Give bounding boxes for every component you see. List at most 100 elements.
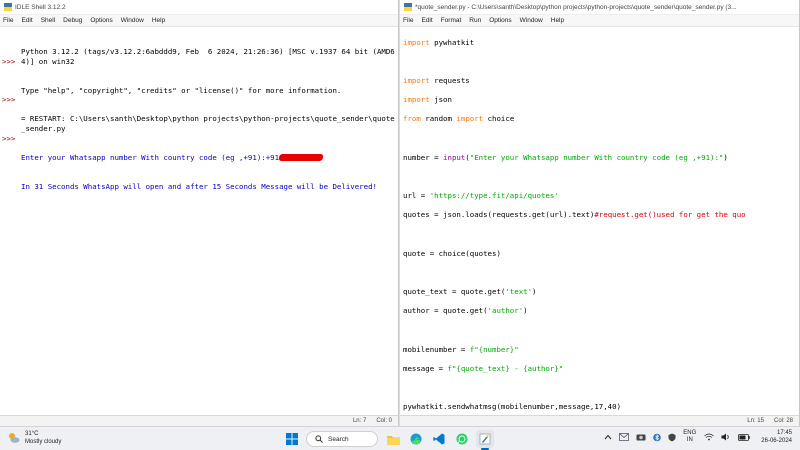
idle-shell-titlebar[interactable]: IDLE Shell 3.12.2	[0, 0, 398, 15]
shell-banner-line: Python 3.12.2 (tags/v3.12.2:6abddd9, Feb…	[21, 47, 395, 66]
menu-options[interactable]: Options	[90, 17, 112, 24]
shell-banner-line: Type "help", "copyright", "credits" or "…	[21, 85, 342, 95]
system-tray: ENG IN 17:45 26-06-2024	[604, 429, 792, 445]
weather-description: Mostly cloudy	[25, 439, 62, 445]
code-line: author = quote.get('author')	[403, 306, 528, 316]
edge-button[interactable]	[407, 430, 425, 448]
editor-menubar: File Edit Format Run Options Window Help	[400, 15, 799, 27]
search-icon	[315, 435, 323, 443]
folder-icon	[386, 435, 400, 445]
code-line: mobilenumber = f"{number}"	[403, 344, 519, 354]
taskbar: 31°C Mostly cloudy Search ENG IN 17:45 2…	[0, 426, 800, 450]
menu-options[interactable]: Options	[489, 17, 511, 24]
menu-format[interactable]: Format	[441, 17, 462, 24]
camera-tray-icon[interactable]	[636, 433, 646, 441]
mail-tray-icon[interactable]	[619, 433, 630, 441]
code-line: from random import choice	[403, 114, 515, 124]
code-line: url = 'https://type.fit/api/quotes'	[403, 191, 559, 201]
code-line: number = input("Enter your Whatsapp numb…	[403, 152, 728, 162]
menu-window[interactable]: Window	[520, 17, 543, 24]
search-label: Search	[328, 435, 349, 443]
prompt-gutter: >>> >>> >>>	[0, 27, 18, 415]
editor-window[interactable]: *quote_sender.py - C:\Users\santh\Deskto…	[400, 0, 800, 426]
whatsapp-button[interactable]	[453, 430, 471, 448]
language-indicator[interactable]: ENG IN	[683, 430, 696, 444]
menu-help[interactable]: Help	[152, 17, 165, 24]
wifi-icon[interactable]	[704, 433, 715, 441]
menu-edit[interactable]: Edit	[421, 17, 432, 24]
idle-shell-window[interactable]: IDLE Shell 3.12.2 File Edit Shell Debug …	[0, 0, 399, 426]
desktop: IDLE Shell 3.12.2 File Edit Shell Debug …	[0, 0, 800, 450]
window-title: IDLE Shell 3.12.2	[15, 3, 66, 11]
shell-prompt: >>>	[2, 133, 16, 143]
line-number: Ln: 15	[747, 418, 764, 424]
clock-time: 17:45	[776, 430, 792, 436]
menu-file[interactable]: File	[403, 17, 413, 24]
column-number: Col: 28	[773, 418, 793, 424]
defender-tray-icon[interactable]	[668, 433, 676, 442]
file-explorer-button[interactable]	[384, 430, 402, 448]
menu-edit[interactable]: Edit	[21, 17, 32, 24]
line-number: Ln: 7	[352, 418, 367, 424]
redacted-number	[278, 154, 324, 162]
editor-titlebar[interactable]: *quote_sender.py - C:\Users\santh\Deskto…	[400, 0, 799, 15]
editor-statusbar: Ln: 15 Col: 28	[400, 415, 799, 426]
menu-window[interactable]: Window	[121, 17, 144, 24]
taskbar-search[interactable]: Search	[306, 431, 378, 447]
weather-temperature: 31°C	[25, 431, 39, 437]
idle-python-icon	[479, 433, 491, 445]
code-line: quote_text = quote.get('text')	[403, 287, 537, 297]
weather-widget[interactable]: 31°C Mostly cloudy	[8, 430, 61, 446]
python-file-icon	[404, 3, 412, 11]
code-line: pywhatkit.sendwhatmsg(mobilenumber,messa…	[403, 402, 622, 412]
vscode-icon	[433, 433, 445, 445]
edge-browser-icon	[410, 433, 422, 445]
column-number: Col: 0	[376, 418, 392, 424]
language-code: ENG	[683, 430, 697, 436]
menu-file[interactable]: File	[3, 17, 13, 24]
volume-icon[interactable]	[721, 433, 731, 441]
whatsapp-icon	[456, 433, 468, 445]
code-line: import pywhatkit	[403, 37, 475, 47]
clock[interactable]: 17:45 26-06-2024	[761, 429, 792, 445]
menu-run[interactable]: Run	[469, 17, 481, 24]
code-line: import json	[403, 95, 452, 105]
battery-icon[interactable]	[738, 433, 750, 441]
menu-help[interactable]: Help	[551, 17, 564, 24]
code-editor[interactable]: import pywhatkit import requests import …	[400, 27, 799, 415]
shell-text: Python 3.12.2 (tags/v3.12.2:6abddd9, Feb…	[18, 27, 398, 415]
start-button[interactable]	[283, 430, 301, 448]
menu-debug[interactable]: Debug	[63, 17, 82, 24]
shell-prompt: >>>	[2, 95, 16, 105]
taskbar-apps: Search	[283, 430, 499, 450]
code-line: import requests	[403, 75, 470, 85]
windows-logo-icon	[286, 433, 298, 445]
code-line: quotes = json.loads(requests.get(url).te…	[403, 210, 746, 220]
idle-app-icon	[4, 3, 12, 11]
region-code: IN	[686, 437, 693, 443]
menu-shell[interactable]: Shell	[41, 17, 55, 24]
window-title: *quote_sender.py - C:\Users\santh\Deskto…	[415, 3, 737, 11]
cloudy-weather-icon	[8, 432, 20, 444]
shell-statusbar: Ln: 7 Col: 0	[0, 415, 398, 426]
code-text: import pywhatkit import requests import …	[400, 27, 799, 415]
shell-restart-line: = RESTART: C:\Users\santh\Desktop\python…	[21, 114, 395, 133]
code-line: message = f"{quote_text} - {author}"	[403, 363, 564, 373]
idle-taskbar-button[interactable]	[476, 430, 494, 450]
vscode-button[interactable]	[430, 430, 448, 448]
shell-menubar: File Edit Shell Debug Options Window Hel…	[0, 15, 398, 27]
chevron-up-icon[interactable]	[604, 434, 612, 440]
shell-output-area[interactable]: >>> >>> >>> Python 3.12.2 (tags/v3.12.2:…	[0, 27, 398, 415]
shell-prompt: >>>	[2, 56, 16, 66]
bluetooth-tray-icon[interactable]	[653, 433, 662, 442]
shell-output-line: In 31 Seconds WhatsApp will open and aft…	[21, 181, 377, 191]
shell-input-prompt-line: Enter your Whatsapp number With country …	[21, 153, 398, 163]
clock-date: 26-06-2024	[761, 438, 792, 444]
